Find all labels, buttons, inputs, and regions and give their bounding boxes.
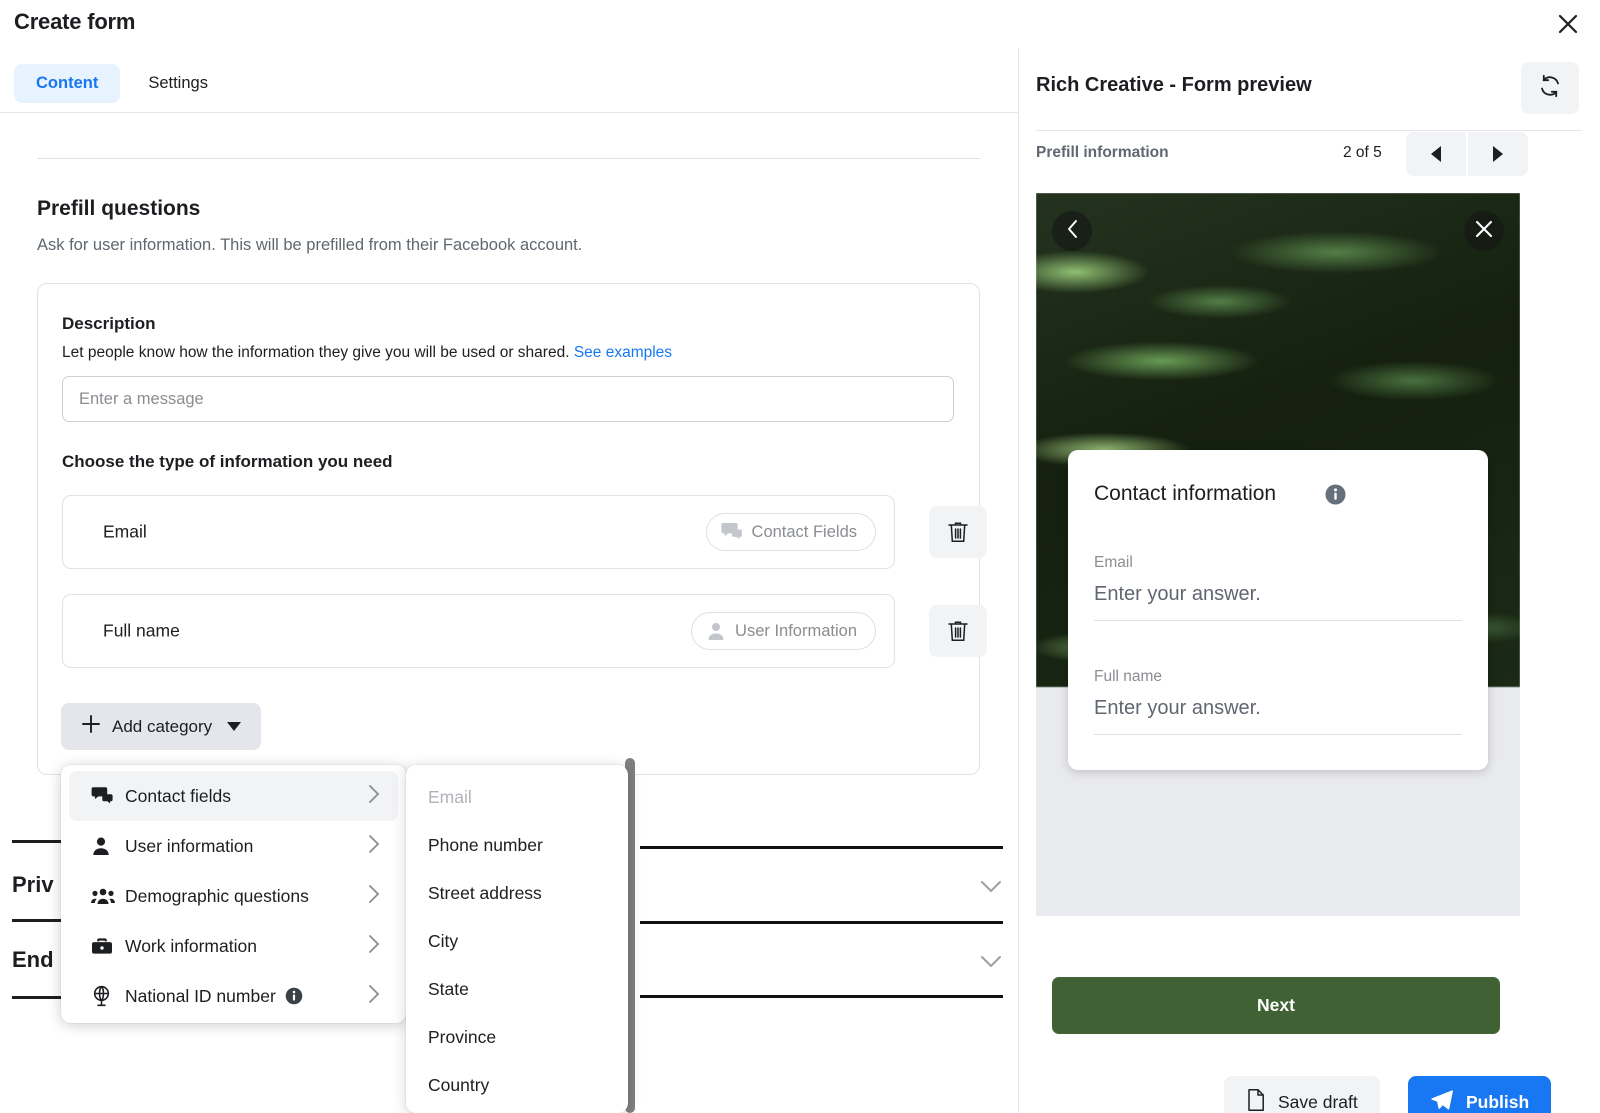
description-message-input[interactable] (62, 376, 954, 422)
close-icon[interactable] (1552, 8, 1584, 40)
preview-field-underline (1094, 620, 1462, 621)
submenu-item-province[interactable]: Province (406, 1013, 628, 1061)
menu-item-demographic-questions[interactable]: Demographic questions (69, 871, 398, 921)
submenu-item-phone-number[interactable]: Phone number (406, 821, 628, 869)
create-form-dialog: Create form Content Settings Prefill que… (0, 0, 1600, 1113)
publish-button[interactable]: Publish (1408, 1076, 1551, 1113)
chip-label: User Information (735, 622, 857, 641)
chevron-right-icon (368, 784, 380, 809)
phone-preview: Contact information Email Enter your ans… (1036, 193, 1520, 916)
plus-icon (81, 714, 101, 739)
preview-field-value[interactable]: Enter your answer. (1094, 697, 1261, 720)
preview-contact-card: Contact information Email Enter your ans… (1068, 450, 1488, 770)
background-field-line-1 (640, 846, 1003, 849)
add-category-label: Add category (112, 717, 212, 737)
save-draft-label: Save draft (1278, 1092, 1358, 1113)
prefill-subheading: Ask for user information. This will be p… (37, 236, 582, 255)
form-preview-pane: Rich Creative - Form preview Prefill inf… (1019, 48, 1600, 1113)
preview-title: Rich Creative - Form preview (1036, 74, 1312, 97)
submenu-item-state[interactable]: State (406, 965, 628, 1013)
form-editor-pane: Prefill questions Ask for user informati… (0, 0, 1018, 1113)
chevron-right-icon (368, 934, 380, 959)
chevron-right-icon (368, 884, 380, 909)
document-icon (1246, 1088, 1266, 1113)
background-section-ending: End (12, 947, 54, 973)
background-section-privacy: Priv (12, 872, 54, 898)
field-name: Email (103, 522, 147, 543)
delete-field-full-name-button[interactable] (929, 605, 987, 657)
background-field-line-2 (640, 921, 1003, 924)
submenu-item-street-address[interactable]: Street address (406, 869, 628, 917)
menu-item-label: User information (125, 836, 253, 857)
add-category-menu: Contact fields User information (61, 765, 406, 1023)
person-icon (706, 621, 726, 641)
save-draft-button[interactable]: Save draft (1224, 1076, 1380, 1113)
preview-step-count: 2 of 5 (1343, 144, 1382, 162)
preview-close-button[interactable] (1464, 211, 1504, 251)
see-examples-link[interactable]: See examples (574, 344, 672, 361)
triangle-right-icon (1493, 146, 1503, 162)
publish-label: Publish (1466, 1092, 1529, 1113)
menu-item-label: Demographic questions (125, 886, 309, 907)
chat-bubbles-icon (91, 786, 121, 806)
info-icon[interactable] (1325, 484, 1346, 505)
description-label: Description (62, 314, 156, 334)
prefill-heading: Prefill questions (37, 197, 200, 221)
submenu-item-country[interactable]: Country (406, 1061, 628, 1109)
chevron-right-icon (368, 984, 380, 1009)
background-field-line-3 (640, 995, 1003, 998)
refresh-preview-button[interactable] (1521, 62, 1579, 114)
refresh-icon (1537, 73, 1563, 104)
submenu-item-city[interactable]: City (406, 917, 628, 965)
preview-field-underline (1094, 734, 1462, 735)
chip-label: Contact Fields (752, 523, 857, 542)
field-category-chip: Contact Fields (706, 513, 876, 551)
preview-step-label: Prefill information (1036, 144, 1169, 162)
add-category-button[interactable]: Add category (61, 703, 261, 750)
section-divider (37, 158, 980, 159)
preview-next-button[interactable] (1468, 132, 1528, 176)
info-icon[interactable] (285, 987, 303, 1005)
close-icon (1475, 220, 1493, 243)
field-name: Full name (103, 621, 180, 642)
choose-info-type-label: Choose the type of information you need (62, 452, 393, 472)
preview-prev-button[interactable] (1406, 132, 1466, 176)
chevron-down-icon (980, 955, 1002, 974)
paper-plane-icon (1430, 1088, 1454, 1113)
description-help-text: Let people know how the information they… (62, 344, 570, 361)
menu-item-label: National ID number (125, 986, 276, 1007)
contact-fields-submenu: Email Phone number Street address City S… (406, 765, 628, 1113)
field-category-chip: User Information (691, 612, 876, 650)
menu-item-national-id-number[interactable]: National ID number (69, 971, 398, 1021)
menu-item-work-information[interactable]: Work information (69, 921, 398, 971)
triangle-left-icon (1431, 146, 1441, 162)
field-row-email[interactable]: Email Contact Fields (62, 495, 895, 569)
preview-card-title: Contact information (1094, 482, 1276, 506)
menu-item-contact-fields[interactable]: Contact fields (69, 771, 398, 821)
menu-item-user-information[interactable]: User information (69, 821, 398, 871)
chevron-right-icon (368, 834, 380, 859)
chevron-down-icon (227, 722, 241, 731)
person-icon (91, 836, 121, 856)
prefill-questions-card: Description Let people know how the info… (37, 283, 980, 775)
preview-divider (1036, 130, 1582, 131)
delete-field-email-button[interactable] (929, 506, 987, 558)
menu-item-label: Work information (125, 936, 257, 957)
people-group-icon (91, 887, 121, 905)
field-row-full-name[interactable]: Full name User Information (62, 594, 895, 668)
briefcase-icon (91, 936, 121, 956)
submenu-item-email: Email (406, 773, 628, 821)
preview-field-value[interactable]: Enter your answer. (1094, 583, 1261, 606)
globe-icon (91, 985, 121, 1007)
preview-back-button[interactable] (1052, 211, 1092, 251)
preview-field-label: Full name (1094, 668, 1162, 686)
description-help: Let people know how the information they… (62, 344, 672, 362)
preview-field-label: Email (1094, 554, 1133, 572)
chevron-left-icon (1066, 219, 1079, 244)
preview-next-cta-button[interactable]: Next (1052, 977, 1500, 1034)
chevron-down-icon (980, 880, 1002, 899)
menu-item-label: Contact fields (125, 786, 231, 807)
chat-bubbles-icon (721, 522, 743, 542)
